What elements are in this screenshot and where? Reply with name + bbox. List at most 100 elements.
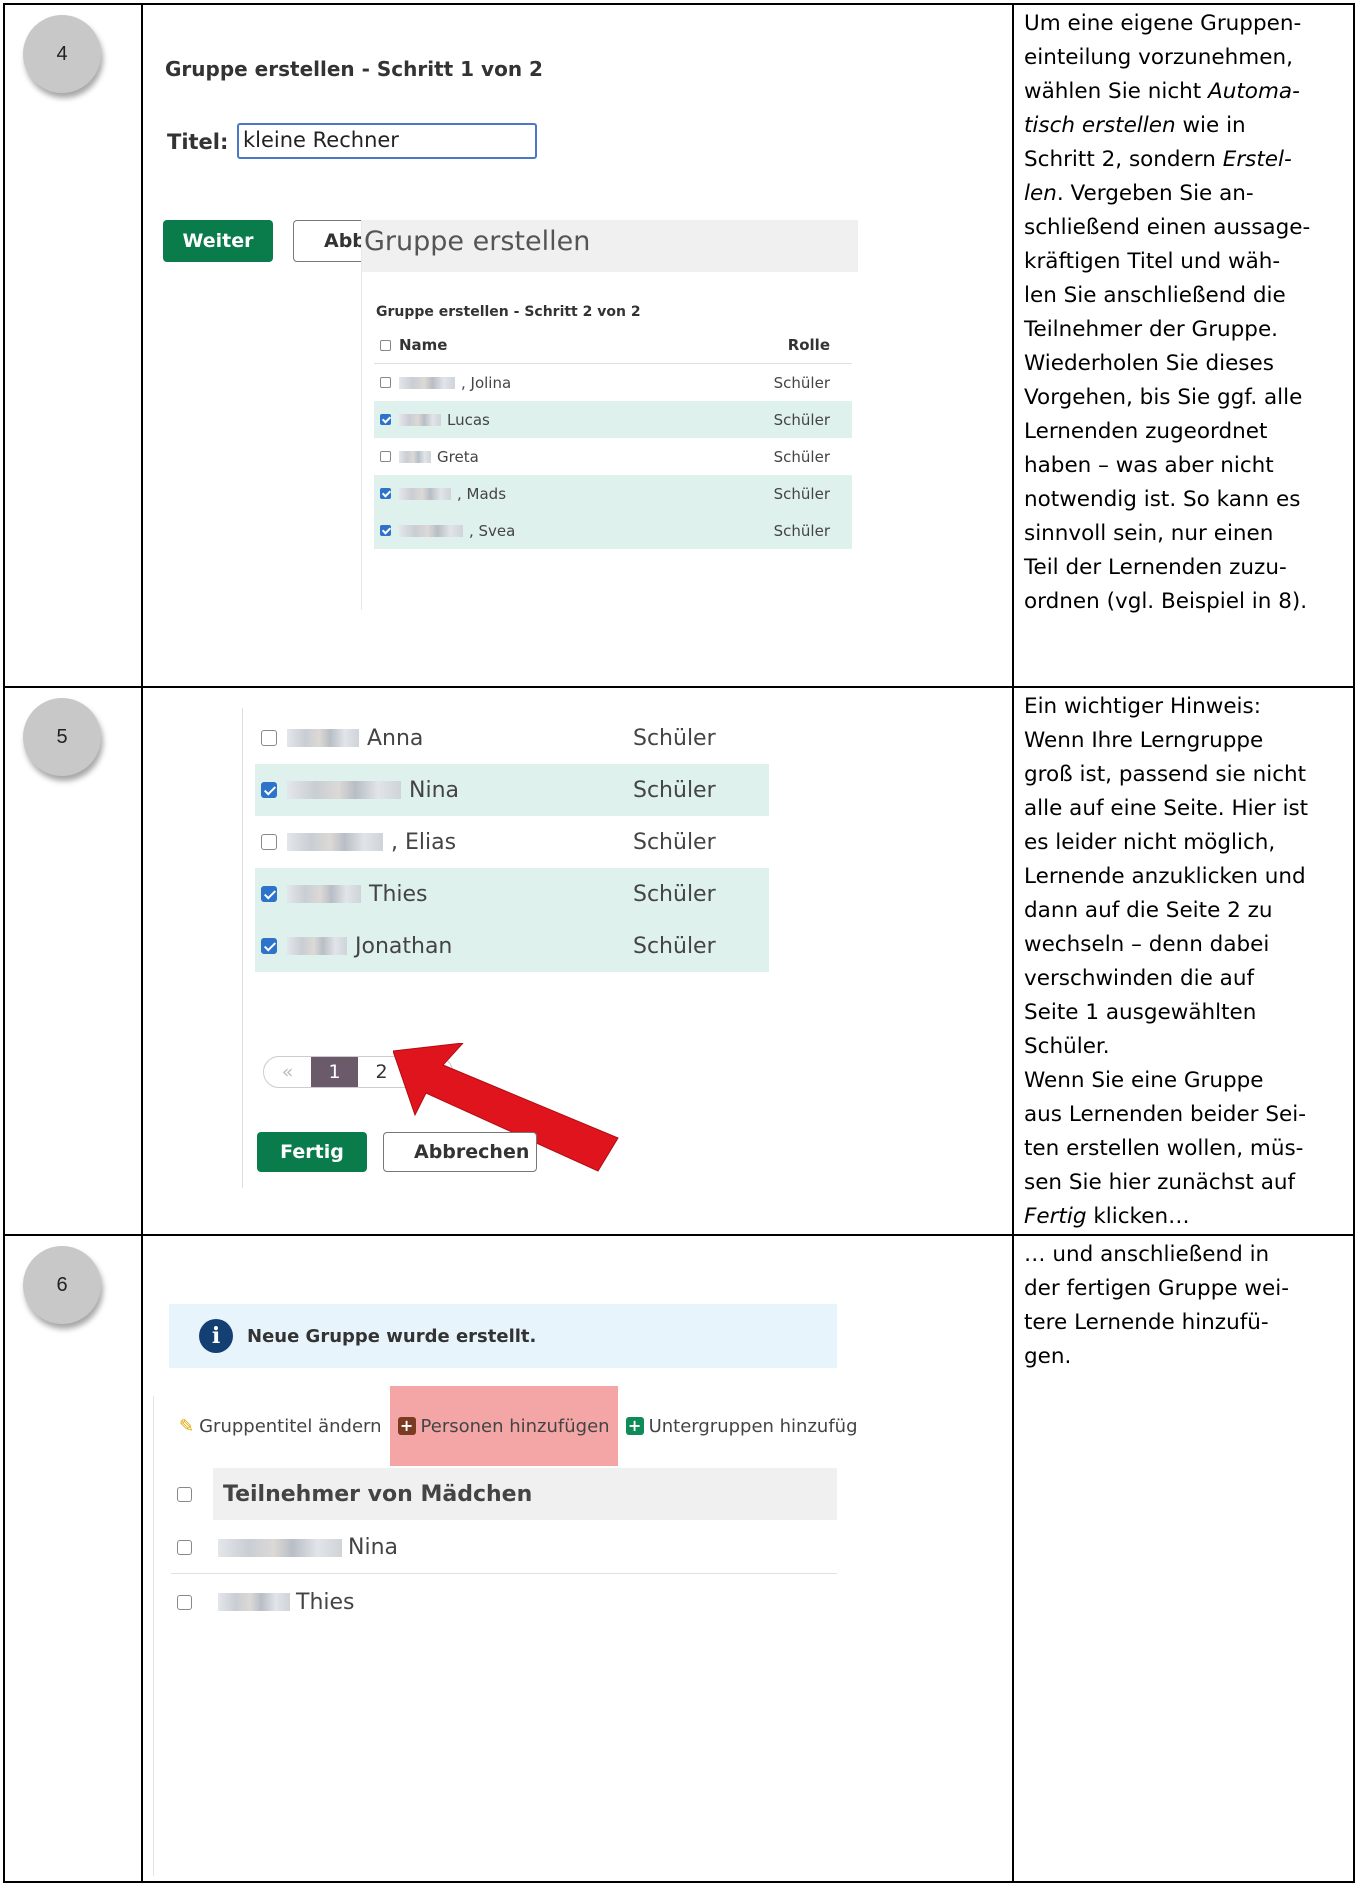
text-segment: verschwinden die auf (1024, 966, 1255, 991)
text-segment: . Vergeben Sie an- (1056, 181, 1254, 206)
text-segment: klicken… (1086, 1204, 1190, 1229)
member-row[interactable]: Thies (171, 1576, 837, 1628)
participant-row[interactable]: Greta Schüler (374, 438, 852, 475)
participant-name: , Mads (457, 484, 507, 503)
step1-title: Gruppe erstellen - Schritt 1 von 2 (165, 57, 543, 81)
screenshot-cell-5: Anna Schüler Nina Schüler, Elias Schüler Thie… (141, 686, 1014, 1236)
blurred-surname (399, 376, 455, 389)
step2-subtitle: Gruppe erstellen - Schritt 2 von 2 (376, 304, 641, 320)
participant-name: Jonathan (355, 933, 453, 959)
participant-row[interactable]: Nina Schüler (255, 764, 769, 816)
participant-role: Schüler (633, 881, 716, 907)
name-column-header: Name (399, 336, 448, 354)
description-line: Lernenden zugeordnet (1024, 415, 1347, 449)
participant-checkbox[interactable] (261, 730, 277, 746)
participant-row[interactable]: Anna Schüler (255, 712, 769, 764)
blurred-surname (218, 1538, 342, 1557)
participant-checkbox[interactable] (380, 377, 391, 388)
description-cell-4: Um eine eigene Gruppen-einteilung vorzun… (1012, 3, 1355, 688)
member-checkbox[interactable] (177, 1594, 192, 1610)
text-segment: der fertigen Gruppe wei- (1024, 1276, 1289, 1301)
text-segment: Wiederholen Sie dieses (1024, 351, 1274, 376)
participant-row[interactable]: Thies Schüler (255, 868, 769, 920)
participant-checkbox[interactable] (380, 414, 391, 425)
text-segment: Wenn Ihre Lerngruppe (1024, 728, 1264, 753)
screenshot-cell-4: Gruppe erstellen - Schritt 1 von 2 Titel… (141, 3, 1014, 688)
participant-row[interactable]: , Elias Schüler (255, 816, 769, 868)
add-people-action[interactable]: + Personen hinzufügen (389, 1386, 618, 1466)
next-button[interactable]: Weiter (163, 220, 273, 262)
step2-panel-title: Gruppe erstellen (362, 220, 858, 272)
description-line: ordnen (vgl. Beispiel in 8). (1024, 585, 1347, 619)
participant-checkbox[interactable] (261, 834, 277, 850)
text-segment: Teil der Lernenden zuzu- (1024, 555, 1287, 580)
text-segment: gen. (1024, 1344, 1072, 1369)
title-label: Titel: (167, 130, 229, 154)
edit-title-action[interactable]: ✎ Gruppentitel ändern (171, 1386, 390, 1466)
emphasis-text: Erstel- (1222, 147, 1292, 172)
text-segment: Vorgehen, bis Sie ggf. alle (1024, 385, 1303, 410)
participant-row[interactable]: Lucas Schüler (374, 401, 852, 438)
participant-checkbox[interactable] (261, 782, 277, 798)
blurred-surname (287, 885, 361, 903)
text-segment: … und anschließend in (1024, 1242, 1270, 1267)
title-input[interactable]: kleine Rechner (237, 123, 537, 159)
text-segment: dann auf die Seite 2 zu (1024, 898, 1273, 923)
text-segment: haben – was aber nicht (1024, 453, 1274, 478)
text-segment: Um eine eigene Gruppen- (1024, 11, 1302, 36)
select-all-checkbox[interactable] (380, 339, 391, 351)
participant-role: Schüler (773, 447, 830, 466)
description-line: sinnvoll sein, nur einen (1024, 517, 1347, 551)
row-step-4: 4 Gruppe erstellen - Schritt 1 von 2 Tit… (3, 3, 1355, 688)
text-segment: schließend einen aussage- (1024, 215, 1311, 240)
participant-checkbox[interactable] (261, 886, 277, 902)
pager-page-1[interactable]: 1 (311, 1057, 358, 1087)
description-line: einteilung vorzunehmen, (1024, 41, 1347, 75)
participant-row[interactable]: Jonathan Schüler (255, 920, 769, 972)
description-line: Wenn Ihre Lerngruppe (1024, 724, 1347, 758)
text-segment: kräftigen Titel und wäh- (1024, 249, 1281, 274)
description-line: Schüler. (1024, 1030, 1347, 1064)
description-line: haben – was aber nicht (1024, 449, 1347, 483)
step-cell-6: 6 (3, 1234, 143, 1883)
panel-border (242, 708, 243, 1188)
select-all-members-checkbox[interactable] (177, 1486, 192, 1502)
pager-prev[interactable]: « (264, 1057, 311, 1087)
participant-row[interactable]: , Mads Schüler (374, 475, 852, 512)
participant-checkbox[interactable] (380, 525, 391, 536)
description-line: verschwinden die auf (1024, 962, 1347, 996)
description-line: Um eine eigene Gruppen- (1024, 7, 1347, 41)
member-row[interactable]: Nina (171, 1522, 837, 1574)
step-cell-4: 4 (3, 3, 143, 688)
role-column-header: Rolle (787, 336, 830, 354)
emphasis-text: Automa- (1208, 79, 1300, 104)
panel-border (153, 1396, 154, 1876)
participant-row[interactable]: , Jolina Schüler (374, 364, 852, 401)
participant-role: Schüler (633, 829, 716, 855)
participant-checkbox[interactable] (380, 488, 391, 499)
add-subgroup-action[interactable]: + Untergruppen hinzufüg (618, 1386, 866, 1466)
description-line: Vorgehen, bis Sie ggf. alle (1024, 381, 1347, 415)
step-cell-5: 5 (3, 686, 143, 1236)
description-line: aus Lernenden beider Sei- (1024, 1098, 1347, 1132)
description-6: … und anschließend in der fertigen Gruppe… (1015, 1237, 1352, 1374)
blurred-surname (218, 1593, 290, 1611)
text-segment: Schritt 2, sondern (1024, 147, 1223, 172)
participant-role: Schüler (633, 725, 716, 751)
participant-row[interactable]: , Svea Schüler (374, 512, 852, 549)
participant-role: Schüler (633, 933, 716, 959)
row-step-6: 6 i Neue Gruppe wurde erstellt. ✎ Gruppe… (3, 1234, 1355, 1883)
participant-checkbox[interactable] (261, 938, 277, 954)
cancel-button[interactable]: Abbrechen (383, 1132, 537, 1172)
participant-checkbox[interactable] (380, 451, 391, 462)
text-segment: Teilnehmer der Gruppe. (1024, 317, 1279, 342)
done-button[interactable]: Fertig (257, 1132, 367, 1172)
members-header: Teilnehmer von Mädchen (213, 1468, 837, 1520)
plus-icon: + (625, 1417, 644, 1435)
description-line: der fertigen Gruppe wei- (1024, 1272, 1347, 1306)
description-line: wählen Sie nicht Automa- (1024, 75, 1347, 109)
description-line: … und anschließend in (1024, 1238, 1347, 1272)
text-segment: wechseln – denn dabei (1024, 932, 1270, 957)
description-cell-5: Ein wichtiger Hinweis: Wenn Ihre Lerngrup… (1012, 686, 1355, 1236)
member-checkbox[interactable] (177, 1540, 192, 1555)
